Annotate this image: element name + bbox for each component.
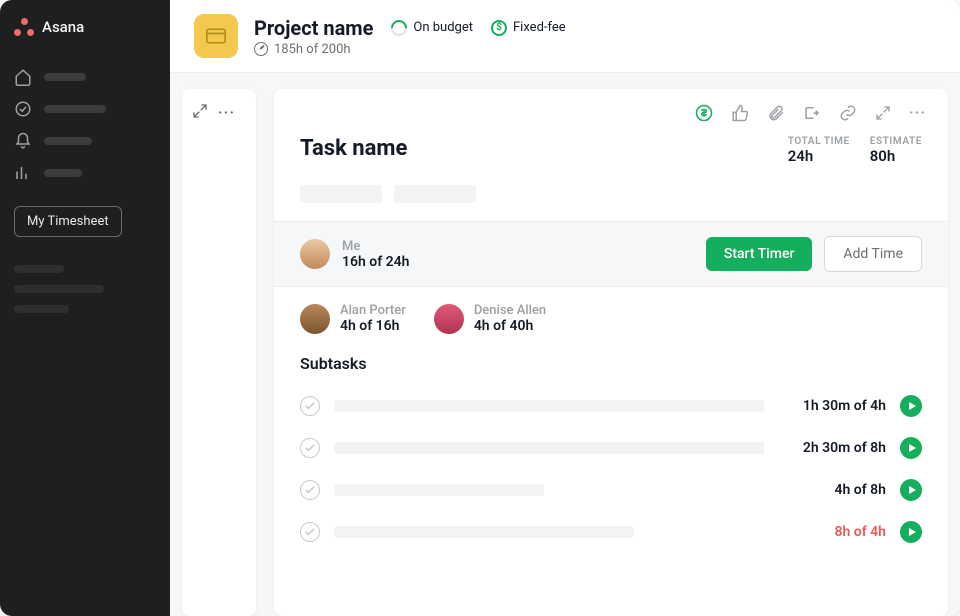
task-toolbar: ··· (274, 89, 948, 136)
stat-total-label: TOTAL TIME (788, 136, 850, 147)
subtask-title-placeholder (334, 400, 764, 412)
subtasks-header: Subtasks (274, 354, 948, 385)
project-name[interactable]: Project name (254, 16, 373, 40)
nav-list (14, 68, 156, 182)
project-hours: 185h of 200h (274, 42, 351, 57)
nav-label-placeholder (44, 105, 106, 113)
sidebar-placeholder (14, 285, 104, 293)
bell-icon (14, 132, 32, 150)
main: Project name On budget $ Fixed-fee 185h … (170, 0, 960, 616)
subtask-time: 1h 30m of 4h (803, 398, 886, 414)
attachment-icon[interactable] (767, 103, 785, 122)
subtask-list: 1h 30m of 4h 2h 30m of 8h 4h of 8h (274, 385, 948, 553)
subtask-icon[interactable] (803, 103, 821, 122)
complete-toggle[interactable] (300, 396, 320, 416)
nav-label-placeholder (44, 169, 82, 177)
subtask-row[interactable]: 1h 30m of 4h (274, 385, 948, 427)
link-icon[interactable] (839, 103, 857, 122)
asana-logo-icon (14, 18, 34, 36)
left-mini-panel: ··· (182, 89, 256, 616)
complete-toggle[interactable] (300, 522, 320, 542)
project-icon[interactable] (194, 14, 238, 58)
nav-item-home[interactable] (14, 68, 156, 86)
more-actions-icon[interactable]: ··· (909, 103, 926, 122)
assignee[interactable]: Alan Porter 4h of 16h (300, 303, 406, 334)
assignee-time: 4h of 16h (340, 318, 406, 334)
gauge-icon (254, 42, 268, 56)
like-icon[interactable] (731, 103, 749, 122)
me-name: Me (342, 239, 409, 254)
complete-toggle[interactable] (300, 480, 320, 500)
content-area: ··· (170, 73, 960, 616)
nav-label-placeholder (44, 137, 92, 145)
progress-ring-icon (388, 16, 411, 39)
me-row: Me 16h of 24h Start Timer Add Time (274, 221, 948, 287)
budget-status-label: On budget (413, 20, 473, 35)
brand[interactable]: Asana (14, 18, 156, 36)
meta-placeholder (300, 185, 382, 203)
fullscreen-icon[interactable] (875, 103, 891, 122)
expand-icon[interactable] (192, 103, 208, 123)
sidebar-placeholder (14, 265, 64, 273)
assignee-name: Denise Allen (474, 303, 546, 318)
sidebar-placeholder (14, 305, 69, 313)
more-icon[interactable]: ··· (218, 103, 235, 122)
sidebar: Asana (0, 0, 170, 616)
nav-item-notifications[interactable] (14, 132, 156, 150)
project-info: Project name On budget $ Fixed-fee 185h … (254, 16, 566, 57)
my-timesheet-button[interactable]: My Timesheet (14, 206, 122, 237)
avatar (300, 304, 330, 334)
check-circle-icon (14, 100, 32, 118)
task-title[interactable]: Task name (300, 136, 768, 161)
brand-name: Asana (42, 18, 84, 36)
fee-type-label: Fixed-fee (513, 20, 566, 35)
complete-toggle[interactable] (300, 438, 320, 458)
stat-estimate-label: ESTIMATE (870, 136, 922, 147)
nav-item-reports[interactable] (14, 164, 156, 182)
subtask-title-placeholder (334, 442, 764, 454)
subtask-row[interactable]: 2h 30m of 8h (274, 427, 948, 469)
assignee-name: Alan Porter (340, 303, 406, 318)
me-time: 16h of 24h (342, 254, 409, 270)
nav-item-tasks[interactable] (14, 100, 156, 118)
meta-placeholder (394, 185, 476, 203)
stat-total-value: 24h (788, 147, 850, 165)
app-root: Asana (0, 0, 960, 616)
add-time-button[interactable]: Add Time (824, 236, 922, 272)
subtask-title-placeholder (334, 526, 634, 538)
stat-estimate: ESTIMATE 80h (870, 136, 922, 165)
budget-status-chip[interactable]: On budget (391, 20, 473, 36)
subtask-time: 4h of 8h (835, 482, 886, 498)
sidebar-secondary-list (14, 265, 156, 313)
fee-type-chip[interactable]: $ Fixed-fee (491, 20, 566, 36)
subtask-title-placeholder (334, 484, 544, 496)
play-button[interactable] (900, 479, 922, 501)
me-info: Me 16h of 24h (342, 239, 409, 270)
dollar-circle-icon: $ (491, 20, 507, 36)
subtask-time: 2h 30m of 8h (803, 440, 886, 456)
assignee[interactable]: Denise Allen 4h of 40h (434, 303, 546, 334)
play-button[interactable] (900, 395, 922, 417)
task-head: Task name TOTAL TIME 24h ESTIMATE 80h (274, 136, 948, 185)
project-header: Project name On budget $ Fixed-fee 185h … (170, 0, 960, 73)
subtask-row[interactable]: 8h of 4h (274, 511, 948, 553)
stat-total-time: TOTAL TIME 24h (788, 136, 850, 165)
play-button[interactable] (900, 437, 922, 459)
avatar (434, 304, 464, 334)
task-panel: ··· Task name TOTAL TIME 24h ESTIMATE 80… (274, 89, 948, 616)
subtask-row[interactable]: 4h of 8h (274, 469, 948, 511)
play-button[interactable] (900, 521, 922, 543)
avatar-me[interactable] (300, 239, 330, 269)
assignees-row: Alan Porter 4h of 16h Denise Allen 4h of… (274, 287, 948, 354)
stat-estimate-value: 80h (870, 147, 922, 165)
home-icon (14, 68, 32, 86)
billing-icon[interactable] (695, 103, 713, 122)
subtask-time: 8h of 4h (835, 524, 886, 540)
bar-chart-icon (14, 164, 32, 182)
task-meta-placeholders (274, 185, 948, 221)
nav-label-placeholder (44, 73, 86, 81)
assignee-time: 4h of 40h (474, 318, 546, 334)
start-timer-button[interactable]: Start Timer (706, 237, 813, 271)
